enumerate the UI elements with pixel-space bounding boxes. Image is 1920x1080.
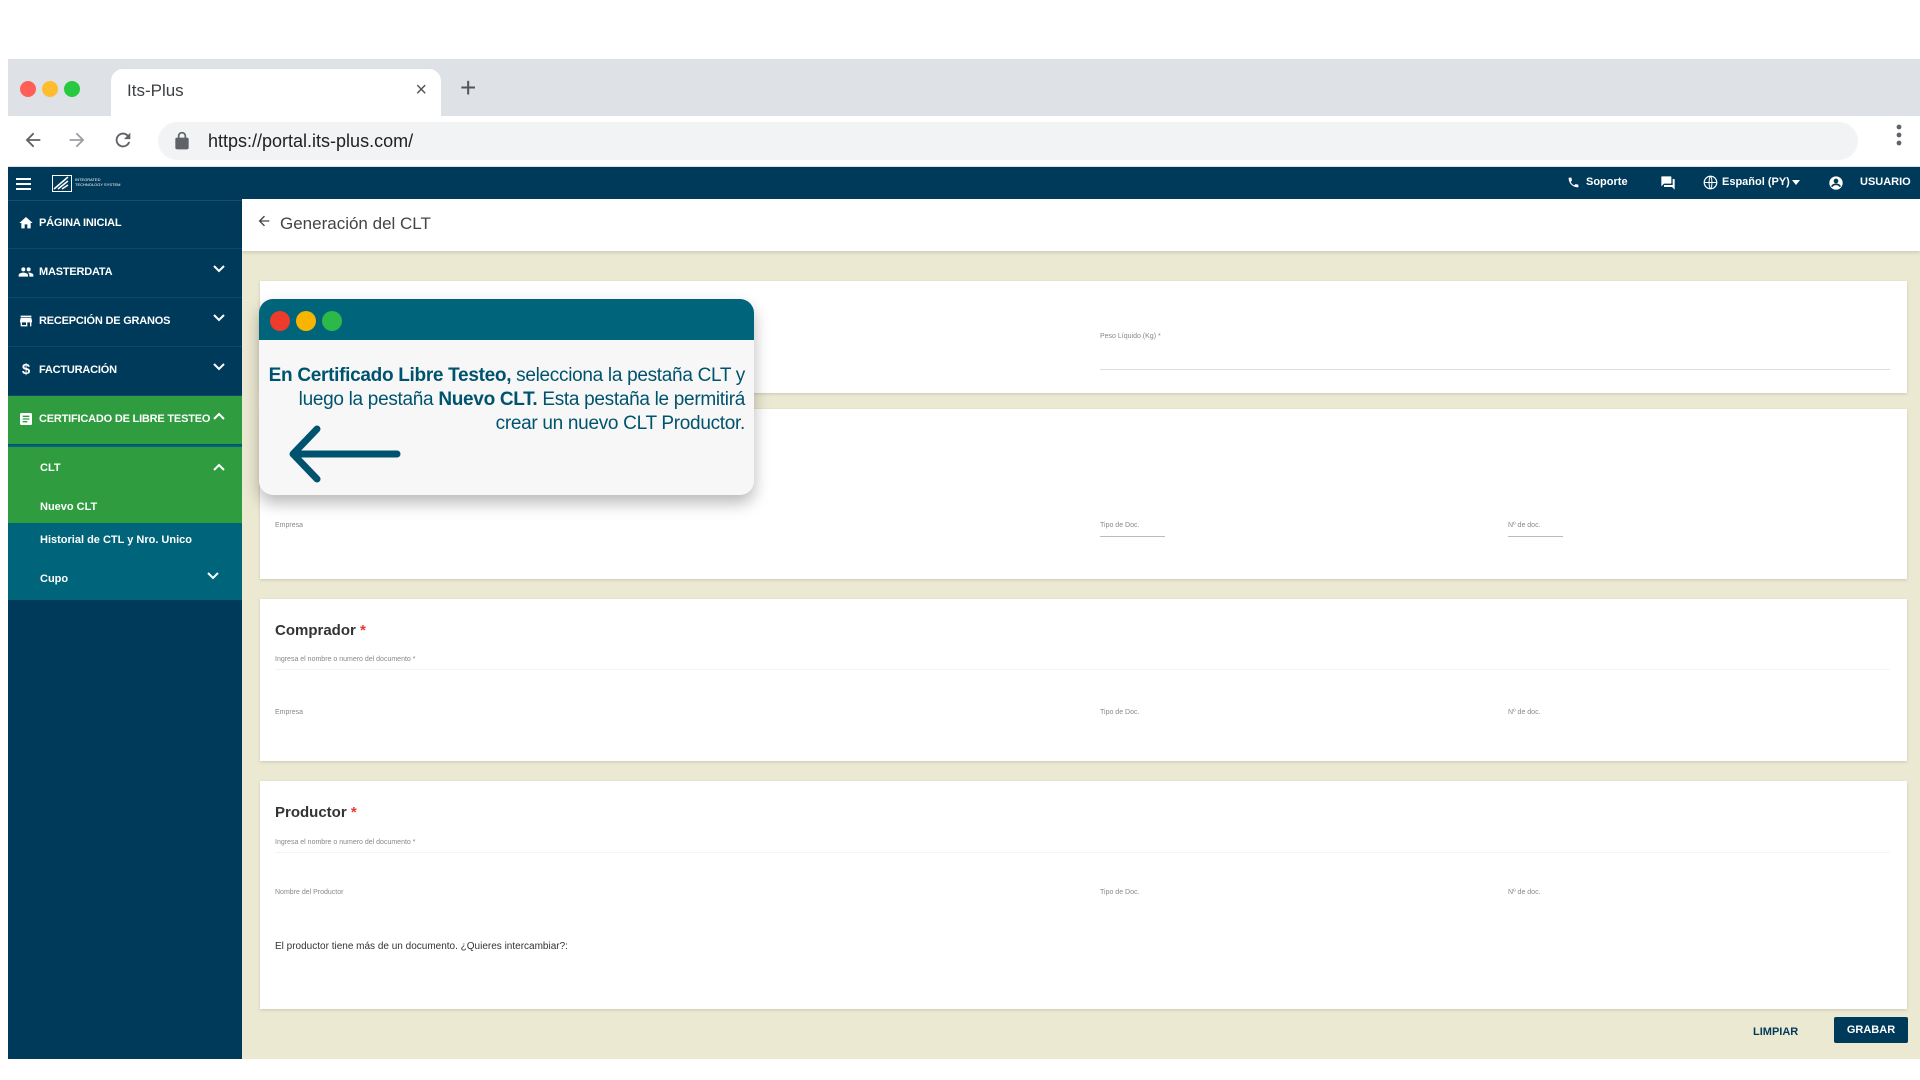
sidebar-item-masterdata[interactable]: MASTERDATA: [8, 249, 242, 298]
sidebar-item-label: RECEPCIÓN DE GRANOS: [39, 315, 171, 327]
sidebar-item-label: Nuevo CLT: [40, 501, 98, 513]
tab-title: Its-Plus: [127, 81, 184, 100]
chevron-down-icon: [213, 363, 225, 371]
productor-question: El productor tiene más de un documento. …: [275, 941, 568, 952]
instruction-popup: En Certificado Libre Testeo, selecciona …: [259, 299, 754, 495]
globe-icon: [1703, 175, 1718, 190]
user-name[interactable]: USUARIO: [1860, 176, 1911, 188]
maximize-window-icon[interactable]: [64, 81, 80, 97]
productor-card: Productor * Ingresa el nombre o numero d…: [260, 781, 1907, 1009]
home-icon: [19, 217, 33, 229]
tipo-doc-label: Tipo de Doc.: [1100, 522, 1140, 529]
chevron-up-icon: [213, 412, 225, 420]
nro-doc-value: [1508, 536, 1563, 537]
people-icon: [18, 267, 34, 277]
productor-tipo-doc-label: Tipo de Doc.: [1100, 889, 1140, 896]
logo-icon: [52, 175, 72, 192]
sidebar-item-recepcion-de-granos[interactable]: RECEPCIÓN DE GRANOS: [8, 298, 242, 347]
browser-menu-icon[interactable]: [1896, 124, 1902, 146]
sidebar-subitem-historial[interactable]: Historial de CTL y Nro. Unico: [8, 523, 242, 559]
popup-red-dot-icon: [270, 311, 290, 331]
hamburger-menu-icon[interactable]: [16, 177, 32, 191]
productor-nombre-label: Nombre del Productor: [275, 889, 344, 896]
forward-arrow-icon[interactable]: [66, 129, 88, 151]
store-icon: [20, 315, 32, 327]
new-tab-icon[interactable]: +: [460, 72, 476, 104]
popup-yellow-dot-icon: [296, 311, 316, 331]
sidebar-item-label: CLT: [40, 462, 61, 474]
comprador-search-label: Ingresa el nombre o numero del documento…: [275, 656, 416, 663]
popup-header: [259, 299, 754, 340]
productor-search-input[interactable]: [275, 852, 1890, 853]
phone-icon: [1568, 177, 1579, 188]
tipo-doc-value: [1100, 536, 1165, 537]
comprador-nro-doc-label: Nº de doc.: [1508, 709, 1541, 716]
lock-icon: [175, 131, 189, 150]
comprador-title: Comprador *: [275, 622, 366, 639]
page-title: Generación del CLT: [280, 214, 431, 233]
sidebar-header: INTEGRATED TECHNOLOGY SYSTEM: [8, 167, 242, 201]
sidebar-item-clt[interactable]: CLT: [8, 447, 242, 489]
chevron-down-icon: [213, 265, 225, 273]
logo-text: INTEGRATED TECHNOLOGY SYSTEM: [75, 177, 121, 187]
popup-green-dot-icon: [322, 311, 342, 331]
back-arrow-icon[interactable]: [22, 129, 44, 151]
tab-bar: Its-Plus × +: [8, 59, 1920, 116]
nro-doc-label: Nº de doc.: [1508, 522, 1541, 529]
sidebar-item-label: FACTURACIÓN: [39, 364, 117, 376]
comprador-tipo-doc-label: Tipo de Doc.: [1100, 709, 1140, 716]
comprador-search-input[interactable]: [275, 669, 1890, 670]
back-arrow-icon[interactable]: [256, 213, 272, 229]
left-arrow-icon: [289, 425, 401, 483]
browser-window: Its-Plus × + https://portal.its-plus.com…: [8, 59, 1920, 1059]
sidebar-item-label: CERTIFICADO DE LIBRE TESTEO: [39, 413, 211, 425]
sidebar-item-pagina-inicial[interactable]: PÁGINA INICIAL: [8, 200, 242, 249]
empresa-label: Empresa: [275, 522, 304, 529]
page-header: Generación del CLT: [242, 199, 1920, 251]
peso-liquido-label: Peso Líquido (Kg) *: [1100, 333, 1161, 340]
sidebar-item-label: Cupo: [40, 573, 69, 585]
top-bar: Soporte Español (PY) USUARIO: [242, 167, 1920, 199]
support-link[interactable]: Soporte: [1586, 176, 1628, 188]
comprador-card: Comprador * Ingresa el nombre o numero d…: [260, 599, 1907, 761]
productor-search-label: Ingresa el nombre o numero del documento…: [275, 839, 416, 846]
productor-title: Productor *: [275, 804, 357, 821]
close-window-icon[interactable]: [20, 81, 36, 97]
sidebar: INTEGRATED TECHNOLOGY SYSTEM PÁGINA INICI…: [8, 167, 242, 1059]
sidebar-item-label: Historial de CTL y Nro. Unico: [40, 534, 192, 546]
caret-down-icon: [1792, 180, 1800, 185]
comprador-empresa-label: Empresa: [275, 709, 304, 716]
url-text: https://portal.its-plus.com/: [208, 131, 414, 151]
sidebar-item-certificado-de-libre-testeo[interactable]: CERTIFICADO DE LIBRE TESTEO: [8, 396, 242, 445]
chevron-down-icon: [213, 314, 225, 322]
sidebar-subitem-cupo[interactable]: Cupo: [8, 559, 242, 599]
dollar-icon: $: [21, 361, 31, 378]
sidebar-subitem-nuevo-clt[interactable]: Nuevo CLT: [8, 489, 242, 523]
chevron-down-icon: [207, 572, 219, 580]
document-icon: [20, 413, 32, 425]
browser-tab[interactable]: Its-Plus ×: [111, 69, 441, 116]
productor-nro-doc-label: Nº de doc.: [1508, 889, 1541, 896]
sidebar-item-label: PÁGINA INICIAL: [39, 217, 122, 229]
chevron-up-icon: [213, 463, 225, 471]
peso-liquido-input[interactable]: [1100, 369, 1890, 370]
reload-icon[interactable]: [112, 129, 134, 151]
sidebar-item-label: MASTERDATA: [39, 266, 113, 278]
sidebar-item-facturacion[interactable]: $ FACTURACIÓN: [8, 347, 242, 396]
url-field[interactable]: https://portal.its-plus.com/: [158, 122, 1858, 160]
chat-icon[interactable]: [1660, 175, 1676, 191]
grabar-button[interactable]: GRABAR: [1834, 1017, 1908, 1043]
close-tab-icon[interactable]: ×: [415, 79, 427, 102]
user-avatar-icon[interactable]: [1828, 175, 1844, 191]
minimize-window-icon[interactable]: [42, 81, 58, 97]
address-bar: https://portal.its-plus.com/: [8, 116, 1920, 167]
language-selector[interactable]: Español (PY): [1722, 176, 1790, 188]
limpiar-button[interactable]: LIMPIAR: [1753, 1026, 1798, 1038]
